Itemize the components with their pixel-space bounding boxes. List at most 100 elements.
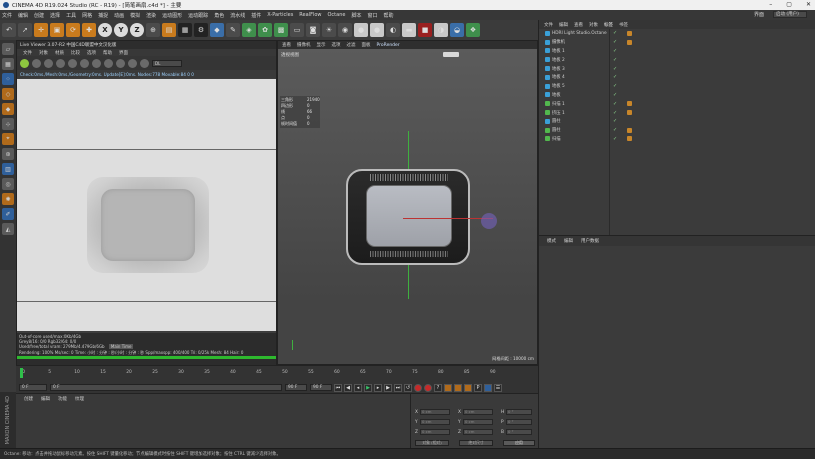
menu-snap[interactable]: 捕捉 bbox=[98, 12, 108, 19]
array-icon[interactable]: ✿ bbox=[258, 23, 272, 37]
minimize-icon[interactable]: – bbox=[769, 1, 772, 8]
rotate-tool-icon[interactable]: ⟳ bbox=[66, 23, 80, 37]
coord-mode-select[interactable]: 对象 (相对) bbox=[415, 440, 449, 446]
am-menu-item[interactable]: 用户数据 bbox=[581, 238, 599, 244]
subdivision-icon[interactable]: ◈ bbox=[242, 23, 256, 37]
goto-end-icon[interactable]: ⏭ bbox=[394, 383, 402, 392]
lv-menu-item[interactable]: 材质 bbox=[55, 50, 64, 56]
render-picture-viewer-icon[interactable]: ▦ bbox=[178, 23, 192, 37]
visibility-check-icon[interactable]: ✓ bbox=[613, 74, 617, 80]
loop-icon[interactable]: ↺ bbox=[404, 383, 412, 392]
lv-pause-icon[interactable] bbox=[44, 58, 53, 68]
sculpt-icon[interactable]: ✺ bbox=[2, 193, 14, 205]
edges-mode-icon[interactable]: ◇ bbox=[2, 88, 14, 100]
mat-menu-item[interactable]: 创建 bbox=[24, 396, 33, 402]
octane-object-icon[interactable]: ◑ bbox=[434, 23, 448, 37]
paint-icon[interactable]: ✐ bbox=[2, 208, 14, 220]
position-key-icon[interactable] bbox=[444, 383, 452, 392]
recent-tool-icon[interactable]: ✚ bbox=[82, 23, 96, 37]
pla-key-icon[interactable] bbox=[484, 383, 492, 392]
menu-window[interactable]: 窗口 bbox=[367, 12, 377, 19]
pos-y-field[interactable]: 0 cm bbox=[420, 419, 450, 425]
rot-p-field[interactable]: 0 ° bbox=[506, 419, 532, 425]
timeline-menu-icon[interactable]: ☰ bbox=[494, 383, 502, 392]
octane-material-icon[interactable]: ● bbox=[354, 23, 368, 37]
vp-menu-item[interactable]: 查看 bbox=[282, 42, 291, 48]
object-list-item[interactable]: 扫描 ✓ bbox=[539, 135, 815, 144]
frame-range-slider[interactable]: 0 F bbox=[50, 384, 282, 391]
menu-script[interactable]: 脚本 bbox=[351, 12, 361, 19]
keyframe-selection-icon[interactable]: ? bbox=[434, 383, 442, 392]
rot-h-field[interactable]: 0 ° bbox=[506, 409, 532, 415]
visibility-check-icon[interactable]: ✓ bbox=[613, 39, 617, 45]
timeline-playhead[interactable] bbox=[20, 368, 23, 378]
polygons-mode-icon[interactable]: ◆ bbox=[2, 103, 14, 115]
object-list-item[interactable]: 地板 2 ✓ bbox=[539, 55, 815, 64]
camera-icon[interactable]: ◙ bbox=[306, 23, 320, 37]
material-tag-icon[interactable] bbox=[627, 136, 632, 142]
menu-simulate[interactable]: 模拟 bbox=[130, 12, 140, 19]
om-menu-item[interactable]: 查看 bbox=[574, 22, 583, 28]
floor-icon[interactable]: ▭ bbox=[290, 23, 304, 37]
object-list-item[interactable]: 地板 5 ✓ bbox=[539, 82, 815, 91]
tweak-mode-icon[interactable]: ⌖ bbox=[2, 133, 14, 145]
model-mode-icon[interactable]: ▱ bbox=[2, 43, 14, 55]
maximize-icon[interactable]: ▢ bbox=[786, 1, 792, 8]
material-tag-icon[interactable] bbox=[627, 127, 632, 133]
object-list-item[interactable]: 扫描 1 ✓ bbox=[539, 99, 815, 108]
visibility-check-icon[interactable]: ✓ bbox=[613, 101, 617, 107]
viewport-camera-icon[interactable] bbox=[443, 52, 459, 57]
menu-render[interactable]: 渲染 bbox=[146, 12, 156, 19]
om-menu-item[interactable]: 标签 bbox=[604, 22, 613, 28]
menu-xparticles[interactable]: X-Particles bbox=[267, 12, 293, 18]
lv-menu-item[interactable]: 比较 bbox=[71, 50, 80, 56]
object-list-item[interactable]: HDRI Light Studio.Octane ✓ bbox=[539, 29, 815, 38]
axis-y-button[interactable]: Y bbox=[114, 23, 128, 37]
om-menu-item[interactable]: 编辑 bbox=[559, 22, 568, 28]
am-menu-item[interactable]: 编辑 bbox=[564, 238, 573, 244]
lv-pick-material-icon[interactable] bbox=[116, 58, 125, 68]
menu-edit[interactable]: 编辑 bbox=[18, 12, 28, 19]
lv-lock-icon[interactable] bbox=[68, 58, 77, 68]
move-tool-icon[interactable]: ✛ bbox=[34, 23, 48, 37]
visibility-check-icon[interactable]: ✓ bbox=[613, 48, 617, 54]
size-x-field[interactable]: 0 cm bbox=[463, 409, 493, 415]
rot-b-field[interactable]: 0 ° bbox=[506, 429, 532, 435]
lv-stop-icon[interactable] bbox=[56, 58, 65, 68]
menu-octane[interactable]: Octane bbox=[328, 12, 346, 18]
om-menu-item[interactable]: 书签 bbox=[619, 22, 628, 28]
apply-button[interactable]: 应用 bbox=[503, 440, 535, 446]
menu-help[interactable]: 帮助 bbox=[384, 12, 394, 19]
start-frame-field[interactable]: 0 F bbox=[19, 384, 47, 391]
vp-menu-item[interactable]: 选项 bbox=[332, 42, 341, 48]
object-list-item[interactable]: 圆柱 ✓ bbox=[539, 117, 815, 126]
vp-menu-item[interactable]: 过滤 bbox=[347, 42, 356, 48]
size-y-field[interactable]: 0 cm bbox=[463, 419, 493, 425]
prev-frame-icon[interactable]: ◂ bbox=[354, 383, 362, 392]
scale-key-icon[interactable] bbox=[454, 383, 462, 392]
play-icon[interactable]: ▶ bbox=[364, 383, 372, 392]
om-menu-item[interactable]: 文件 bbox=[544, 22, 553, 28]
undo-button[interactable]: ↶ bbox=[2, 23, 16, 37]
cube-primitive-icon[interactable]: ◆ bbox=[210, 23, 224, 37]
size-z-field[interactable]: 0 cm bbox=[463, 429, 493, 435]
material-tag-icon[interactable] bbox=[627, 110, 632, 116]
menu-select[interactable]: 选择 bbox=[50, 12, 60, 19]
menu-mograph[interactable]: 运动图形 bbox=[162, 12, 182, 19]
lv-pick-object-icon[interactable] bbox=[128, 58, 137, 68]
rotation-key-icon[interactable] bbox=[464, 383, 472, 392]
menu-character[interactable]: 角色 bbox=[214, 12, 224, 19]
lv-menu-item[interactable]: 选项 bbox=[87, 50, 96, 56]
max-frame-field[interactable]: 90 F bbox=[310, 384, 332, 391]
workplane-icon[interactable]: ▥ bbox=[2, 163, 14, 175]
goto-start-icon[interactable]: ⏮ bbox=[334, 383, 342, 392]
solo-icon[interactable]: ◭ bbox=[2, 223, 14, 235]
snap-icon[interactable]: ⊛ bbox=[2, 148, 14, 160]
lv-menu-item[interactable]: 帮助 bbox=[103, 50, 112, 56]
vp-menu-item[interactable]: 面板 bbox=[362, 42, 371, 48]
deformer-icon[interactable]: ▩ bbox=[274, 23, 288, 37]
pen-spline-icon[interactable]: ✎ bbox=[226, 23, 240, 37]
next-frame-icon[interactable]: ▸ bbox=[374, 383, 382, 392]
visibility-check-icon[interactable]: ✓ bbox=[613, 92, 617, 98]
axis-x-button[interactable]: X bbox=[98, 23, 112, 37]
